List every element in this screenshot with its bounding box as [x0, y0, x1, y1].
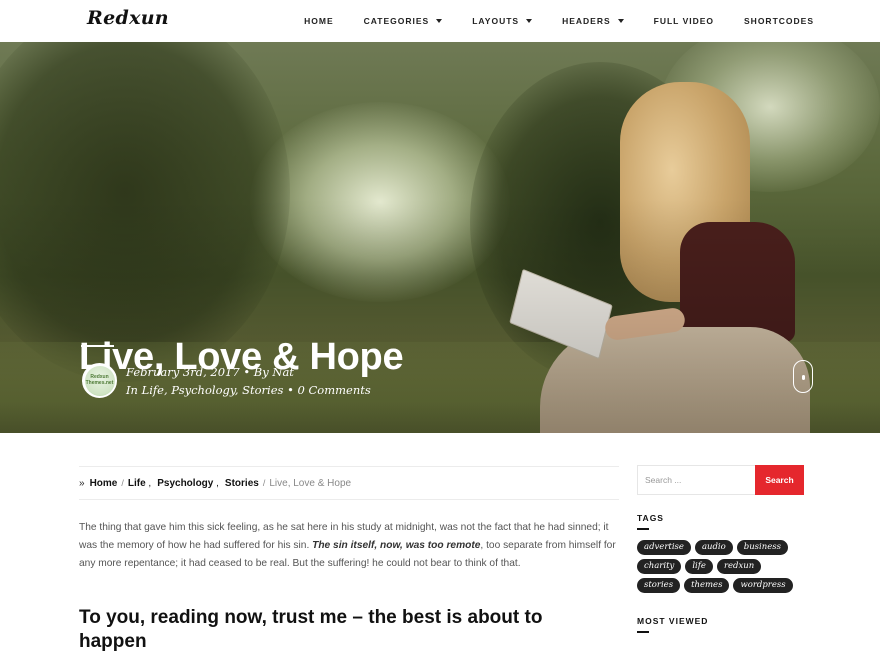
title-divider	[81, 345, 114, 347]
tag-redxun[interactable]: redxun	[716, 559, 762, 574]
tag-themes[interactable]: themes	[684, 578, 730, 593]
tag-cloud: advertise audio business charity life re…	[637, 540, 809, 597]
site-header: Redxun HOME CATEGORIES LAYOUTS HEADERS F…	[0, 0, 880, 42]
nav-item-categories[interactable]: CATEGORIES	[364, 16, 443, 26]
scroll-dot-icon	[801, 375, 805, 380]
nav-label: FULL VIDEO	[653, 16, 715, 26]
tag-wordpress[interactable]: wordpress	[733, 578, 793, 593]
nav-label: LAYOUTS	[472, 16, 520, 26]
most-viewed-widget-title: MOST VIEWED	[637, 616, 709, 626]
breadcrumb-separator: /	[121, 478, 124, 488]
nav-item-home[interactable]: HOME	[304, 16, 334, 26]
nav-item-shortcodes[interactable]: SHORTCODES	[744, 16, 814, 26]
caret-down-icon	[526, 19, 533, 23]
widget-title-rule	[637, 528, 649, 530]
tag-audio[interactable]: audio	[694, 540, 733, 555]
tag-advertise[interactable]: advertise	[637, 540, 691, 555]
tag-charity[interactable]: charity	[637, 559, 682, 574]
paragraph-emphasis: The sin itself, now, was too remote	[312, 540, 481, 551]
tag-life[interactable]: life	[685, 559, 713, 574]
breadcrumb-comma: ,	[213, 477, 219, 489]
article-paragraph: The thing that gave him this sick feelin…	[79, 519, 619, 573]
nav-label: SHORTCODES	[744, 16, 814, 26]
widget-title-rule	[637, 631, 649, 633]
breadcrumb-comma: ,	[145, 477, 152, 489]
search-widget: Search	[637, 465, 805, 495]
post-meta-categories[interactable]: In Life, Psychology, Stories • 0 Comment…	[126, 383, 371, 397]
breadcrumb-separator: /	[262, 478, 266, 488]
breadcrumb-stories[interactable]: Stories	[225, 478, 259, 489]
tags-widget-title: TAGS	[637, 513, 664, 523]
post-meta-date-author[interactable]: February 3rd, 2017 • By Nat	[126, 365, 294, 379]
nav-item-layouts[interactable]: LAYOUTS	[472, 16, 533, 26]
nav-label: CATEGORIES	[363, 16, 430, 26]
site-logo[interactable]: Redxun	[87, 7, 169, 29]
caret-down-icon	[617, 19, 624, 23]
breadcrumb-psychology[interactable]: Psychology	[157, 478, 213, 489]
breadcrumb-life[interactable]: Life	[128, 478, 146, 489]
search-input[interactable]	[637, 465, 755, 495]
nav-item-headers[interactable]: HEADERS	[562, 16, 624, 26]
nav-label: HOME	[304, 16, 334, 26]
scroll-down-indicator[interactable]	[793, 360, 813, 393]
avatar-logo: Redxun Themes.net	[84, 365, 115, 396]
author-avatar[interactable]: Redxun Themes.net	[82, 363, 117, 398]
tag-business[interactable]: business	[736, 540, 788, 555]
main-nav: HOME CATEGORIES LAYOUTS HEADERS FULL VID…	[304, 0, 814, 42]
tag-stories[interactable]: stories	[637, 578, 681, 593]
search-button[interactable]: Search	[755, 465, 804, 495]
hero-banner: Live, Love & Hope Redxun Themes.net Febr…	[0, 42, 880, 433]
nav-label: HEADERS	[562, 16, 611, 26]
breadcrumb-home[interactable]: Home	[90, 478, 118, 489]
double-chevron-right-icon: »	[79, 477, 85, 489]
caret-down-icon	[436, 19, 443, 23]
breadcrumb: » Home / Life , Psychology , Stories / L…	[79, 466, 619, 500]
breadcrumb-current: Live, Love & Hope	[269, 477, 352, 489]
article-heading: To you, reading now, trust me – the best…	[79, 607, 543, 652]
nav-item-full-video[interactable]: FULL VIDEO	[654, 16, 714, 26]
